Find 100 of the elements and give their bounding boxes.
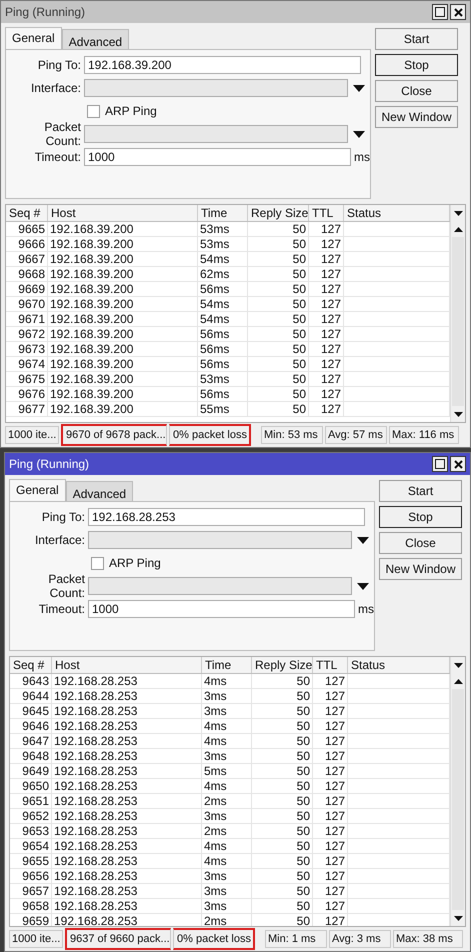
table-cell: 50	[252, 839, 313, 854]
table-cell: 9654	[10, 839, 52, 854]
table-cell: 127	[313, 869, 348, 884]
input-field[interactable]: 1000	[88, 600, 355, 618]
caret-icon[interactable]	[353, 130, 365, 138]
table-cell: 192.168.28.253	[52, 869, 202, 884]
table-cell: 2ms	[202, 794, 252, 809]
table-cell: 127	[309, 282, 344, 297]
field-label: Ping To:	[40, 510, 86, 524]
table-cell: 192.168.28.253	[52, 839, 202, 854]
table-cell: 54ms	[198, 297, 248, 312]
tab[interactable]: General	[9, 479, 66, 501]
table-cell: 192.168.28.253	[52, 689, 202, 704]
status-item: Max: 38 ms	[393, 930, 463, 948]
table-cell: 54ms	[198, 252, 248, 267]
table-cell: 50	[252, 824, 313, 839]
table-cell: 50	[248, 222, 309, 237]
table-cell: 127	[309, 357, 344, 372]
action-button[interactable]: Stop	[375, 54, 458, 76]
tab[interactable]: Advanced	[66, 481, 134, 501]
status-item: Avg: 3 ms	[329, 930, 391, 948]
table-cell: 56ms	[198, 282, 248, 297]
maximize-button[interactable]	[432, 456, 448, 472]
table-cell: 3ms	[202, 809, 252, 824]
table-cell: 56ms	[198, 342, 248, 357]
table-cell: 4ms	[202, 719, 252, 734]
table-cell: 192.168.39.200	[48, 297, 198, 312]
column-header[interactable]: Time	[198, 205, 248, 221]
table-cell: 127	[313, 734, 348, 749]
column-header[interactable]: Seq #	[10, 657, 52, 673]
tab[interactable]: Advanced	[62, 29, 130, 49]
action-button[interactable]: Close	[375, 80, 458, 102]
window-title: Ping (Running)	[5, 5, 86, 19]
table-cell: 2ms	[202, 914, 252, 926]
scrollbar[interactable]	[450, 657, 465, 926]
caret-icon[interactable]	[357, 536, 369, 544]
input-field[interactable]: 1000	[84, 148, 351, 166]
table-cell: 127	[313, 764, 348, 779]
table-cell: 9658	[10, 899, 52, 914]
action-button[interactable]: Start	[375, 28, 458, 50]
table-cell: 4ms	[202, 674, 252, 689]
checkbox[interactable]	[87, 104, 100, 118]
table-cell: 9647	[10, 734, 52, 749]
table-cell: 9655	[10, 854, 52, 869]
field-label: Interface:	[30, 81, 82, 95]
table-cell: 4ms	[202, 854, 252, 869]
table-cell: 50	[252, 689, 313, 704]
caret-icon[interactable]	[353, 84, 365, 92]
table-cell: 3ms	[202, 704, 252, 719]
action-button[interactable]: Close	[379, 532, 462, 554]
table-cell: 9676	[6, 387, 48, 402]
table-cell: 3ms	[202, 899, 252, 914]
dropdown-field[interactable]	[88, 577, 352, 595]
table-cell: 192.168.39.200	[48, 387, 198, 402]
table-cell: 9668	[6, 267, 48, 282]
close-button[interactable]	[450, 4, 466, 20]
table-cell: 192.168.39.200	[48, 327, 198, 342]
action-button[interactable]: Stop	[379, 506, 462, 528]
dropdown-field[interactable]	[84, 79, 348, 97]
column-header[interactable]: Host	[48, 205, 198, 221]
column-header[interactable]: Reply Size	[252, 657, 313, 673]
table-cell: 50	[252, 899, 313, 914]
dropdown-field[interactable]	[88, 531, 352, 549]
caret-icon[interactable]	[357, 582, 369, 590]
table-cell: 127	[313, 704, 348, 719]
table-cell: 9666	[6, 237, 48, 252]
action-button[interactable]: Start	[379, 480, 462, 502]
tab[interactable]: General	[5, 27, 62, 49]
checkbox[interactable]	[91, 556, 104, 570]
column-header[interactable]: Time	[202, 657, 252, 673]
column-header[interactable]: TTL	[313, 657, 348, 673]
table-cell: 192.168.28.253	[52, 674, 202, 689]
dropdown-field[interactable]	[84, 125, 348, 143]
close-button[interactable]	[450, 456, 466, 472]
table-cell: 192.168.28.253	[52, 914, 202, 926]
scroll-up-icon	[454, 678, 462, 684]
table-cell: 50	[248, 372, 309, 387]
table-cell: 50	[252, 884, 313, 899]
input-field[interactable]: 192.168.28.253	[88, 508, 365, 526]
column-header[interactable]: Seq #	[6, 205, 48, 221]
action-button[interactable]: New Window	[375, 106, 458, 128]
field-label: Ping To:	[36, 58, 82, 72]
table-cell: 50	[248, 312, 309, 327]
table-cell: 192.168.28.253	[52, 794, 202, 809]
table-cell: 50	[248, 387, 309, 402]
table-cell: 9645	[10, 704, 52, 719]
input-field[interactable]: 192.168.39.200	[84, 56, 361, 74]
maximize-button[interactable]	[432, 4, 448, 20]
column-header[interactable]: TTL	[309, 205, 344, 221]
table-cell: 9673	[6, 342, 48, 357]
table-cell: 192.168.39.200	[48, 342, 198, 357]
table-cell: 127	[313, 884, 348, 899]
table-cell: 9671	[6, 312, 48, 327]
column-header[interactable]: Reply Size	[248, 205, 309, 221]
scrollbar[interactable]	[450, 205, 465, 422]
column-header[interactable]: Host	[52, 657, 202, 673]
action-button[interactable]: New Window	[379, 558, 462, 580]
table-cell: 9670	[6, 297, 48, 312]
table-cell: 192.168.39.200	[48, 282, 198, 297]
table-cell: 9674	[6, 357, 48, 372]
